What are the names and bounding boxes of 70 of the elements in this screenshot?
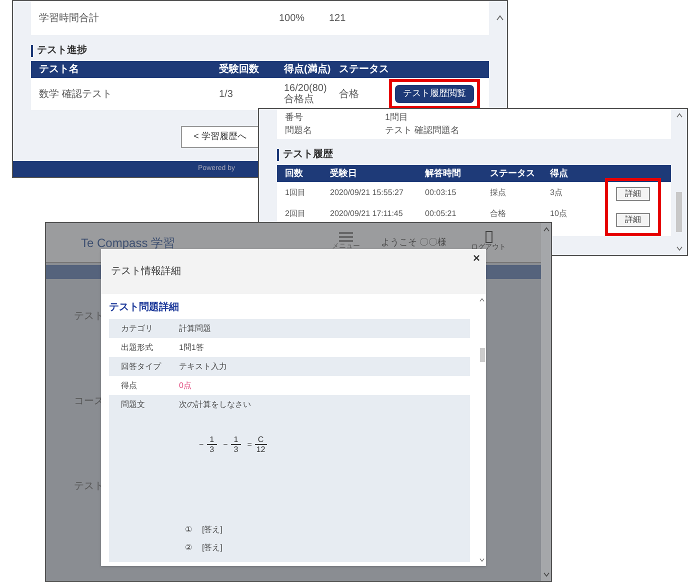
detail-value: 1問1答 — [179, 342, 204, 354]
table-cell-text: 2020/09/21 15:55:27 — [330, 186, 404, 198]
table-cell-text: 3点 — [550, 186, 564, 198]
section-heading: テスト履歴 — [283, 148, 333, 162]
back-button[interactable]: < 学習履歴へ — [180, 126, 260, 148]
scroll-up-icon[interactable] — [496, 15, 504, 21]
table-cell-text: 1回目 — [285, 186, 306, 198]
column-header: 回数 — [285, 166, 304, 180]
summary-percent: 100% — [279, 12, 306, 26]
table-cell-text: 合格 — [490, 208, 507, 220]
scroll-down-icon[interactable] — [542, 572, 550, 577]
column-header: ステータス — [490, 166, 536, 180]
detail-label: 回答タイプ — [121, 360, 162, 372]
user-greeting: ようこそ 〇〇様 — [381, 236, 448, 249]
table-cell-text: 数学 確認テスト — [39, 88, 113, 102]
detail-label: 得点 — [121, 380, 138, 392]
answer-mark: ① — [185, 524, 192, 536]
column-header: 受験回数 — [219, 62, 260, 77]
table-cell-text: 採点 — [490, 186, 507, 198]
detail-button[interactable]: 詳細 — [616, 187, 650, 201]
scroll-down-icon[interactable] — [676, 246, 682, 251]
background-text: テスト — [74, 480, 104, 494]
table-cell-text: 2020/09/21 17:11:45 — [330, 208, 404, 220]
detail-label: カテゴリ — [121, 322, 154, 334]
page-scrollbar[interactable] — [541, 223, 551, 581]
answer-blank: [答え] — [202, 542, 222, 554]
table-cell-text: 1/3 — [219, 88, 234, 102]
section-title: テスト問題詳細 — [109, 300, 180, 315]
table-cell-text: 合格 — [339, 88, 360, 102]
column-header: 受験日 — [330, 166, 358, 180]
section-heading: テスト進捗 — [37, 44, 87, 58]
column-header: 解答時間 — [425, 166, 462, 180]
menu-icon[interactable] — [339, 232, 353, 242]
scroll-down-icon[interactable] — [479, 558, 485, 562]
table-cell-text: 00:05:21 — [425, 208, 458, 220]
detail-value: 計算問題 — [179, 322, 211, 334]
info-value: 1問目 — [385, 110, 408, 124]
scroll-thumb[interactable] — [676, 192, 682, 232]
column-header: 得点(満点) — [284, 62, 332, 77]
question-text: 次の計算をしなさい — [179, 399, 252, 411]
column-header: 得点 — [550, 166, 569, 180]
detail-label: 問題文 — [121, 399, 146, 411]
detail-value: テキスト入力 — [179, 360, 227, 372]
table-cell-text: 合格点 — [284, 94, 315, 105]
table-cell-text: 00:03:15 — [425, 186, 458, 198]
table-cell-text: 2回目 — [285, 208, 306, 220]
answer-blank: [答え] — [202, 524, 222, 536]
column-header: テスト名 — [39, 62, 80, 77]
scroll-up-icon[interactable] — [479, 298, 485, 302]
detail-button[interactable]: 詳細 — [616, 213, 650, 227]
detail-value: 0点 — [179, 380, 192, 392]
summary-count: 121 — [329, 12, 346, 26]
info-label: 問題名 — [285, 124, 313, 137]
scroll-up-icon[interactable] — [542, 227, 550, 232]
scroll-up-icon[interactable] — [676, 113, 682, 118]
info-label: 番号 — [285, 110, 304, 124]
logo: Te Compass 学習 — [81, 234, 176, 252]
table-cell-text: 10点 — [550, 208, 568, 220]
table-cell-text: 16/20(80) — [284, 83, 328, 94]
door-icon[interactable] — [484, 231, 492, 244]
background-text: テスト — [74, 310, 104, 324]
history-button[interactable]: テスト履歴閲覧 — [395, 85, 474, 103]
info-value: テスト 確認問題名 — [385, 124, 460, 137]
column-header: ステータス — [339, 63, 390, 77]
summary-label: 学習時間合計 — [39, 12, 100, 26]
scroll-thumb[interactable] — [480, 348, 484, 362]
detail-label: 出題形式 — [121, 342, 154, 354]
close-button[interactable]: × — [472, 249, 480, 267]
answer-mark: ② — [185, 542, 192, 554]
modal-title: テスト情報詳細 — [111, 264, 181, 279]
